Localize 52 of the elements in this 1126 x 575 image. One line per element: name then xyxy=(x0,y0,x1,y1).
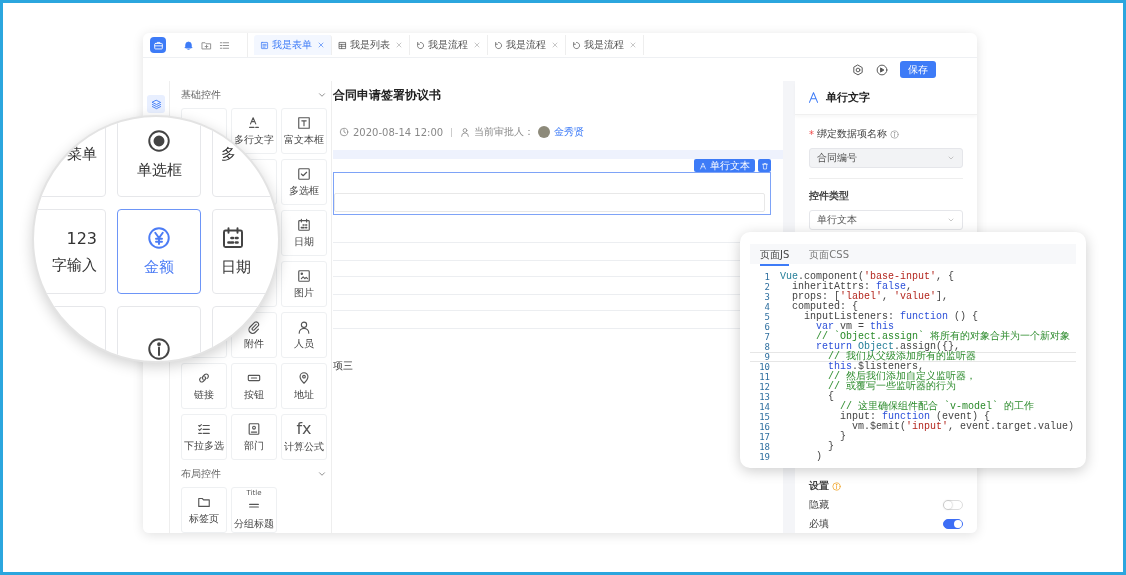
line-number: 16 xyxy=(758,422,770,432)
code-line: Vue.component('base-input', { xyxy=(780,272,955,282)
line-number: 3 xyxy=(763,292,770,302)
section-title: 基础控件 xyxy=(181,88,221,102)
code-line: // 我们从父级添加所有的监听器 xyxy=(827,352,976,362)
settings-title: 设置 xyxy=(809,479,829,493)
line-number: 9 xyxy=(763,352,770,362)
code-line: } xyxy=(839,432,846,442)
code-line: // 然后我们添加自定义监听器， xyxy=(827,372,976,382)
switch-label: 隐藏 xyxy=(809,498,829,512)
line-number: 12 xyxy=(758,382,770,392)
line-number: 18 xyxy=(758,442,770,452)
field-label: 绑定数据项名称 xyxy=(817,127,887,141)
code-line: // 这里确保组件配合 `v-model` 的工作 xyxy=(839,402,1035,412)
line-number: 17 xyxy=(758,432,770,442)
panel-title: 单行文字 xyxy=(826,90,870,105)
approver-label: 当前审批人： xyxy=(474,125,535,139)
code-line: vm.$emit('input', event.target.value) xyxy=(852,422,1075,432)
code-line: inheritAttrs: false, xyxy=(791,282,913,292)
code-line: { xyxy=(827,392,834,402)
line-number: 14 xyxy=(758,402,770,412)
line-number: 1 xyxy=(763,272,770,282)
line-number: 5 xyxy=(763,312,770,322)
section-title: 布局控件 xyxy=(181,467,221,481)
line-number: 10 xyxy=(758,362,770,372)
switch-label: 必填 xyxy=(809,517,829,531)
field-label: 控件类型 xyxy=(809,189,849,203)
code-line: input: function (event) { xyxy=(839,412,991,422)
code-line: } xyxy=(827,442,834,452)
option-text: 项三 xyxy=(333,360,353,371)
code-line: this.$listeners, xyxy=(827,362,925,372)
form-title: 合同申请签署协议书 xyxy=(333,87,442,104)
line-number: 19 xyxy=(758,452,770,462)
icon-text: 123 xyxy=(66,228,97,248)
line-number: 4 xyxy=(763,302,770,312)
line-number: 2 xyxy=(763,282,770,292)
line-number: 11 xyxy=(758,372,770,382)
line-number: 7 xyxy=(763,332,770,342)
line-number: 15 xyxy=(758,412,770,422)
code-line: ) xyxy=(815,452,822,462)
line-number: 6 xyxy=(763,322,770,332)
code-line: inputListeners: function () { xyxy=(804,312,979,322)
line-number: 13 xyxy=(758,392,770,402)
code-line: props: ['label', 'value'], xyxy=(791,292,949,302)
required-mark: * xyxy=(809,128,814,140)
line-number: 8 xyxy=(763,342,770,352)
code-line: // 或覆写一些监听器的行为 xyxy=(827,382,956,392)
date-text: 2020-08-14 12:00 xyxy=(353,126,444,138)
icon-text: fx xyxy=(296,420,312,437)
code-line: return Object.assign({}, xyxy=(815,342,961,352)
code-line: computed: { xyxy=(791,302,858,312)
code-line: // `Object.assign` 将所有的对象合并为一个新对象 xyxy=(815,332,1071,342)
